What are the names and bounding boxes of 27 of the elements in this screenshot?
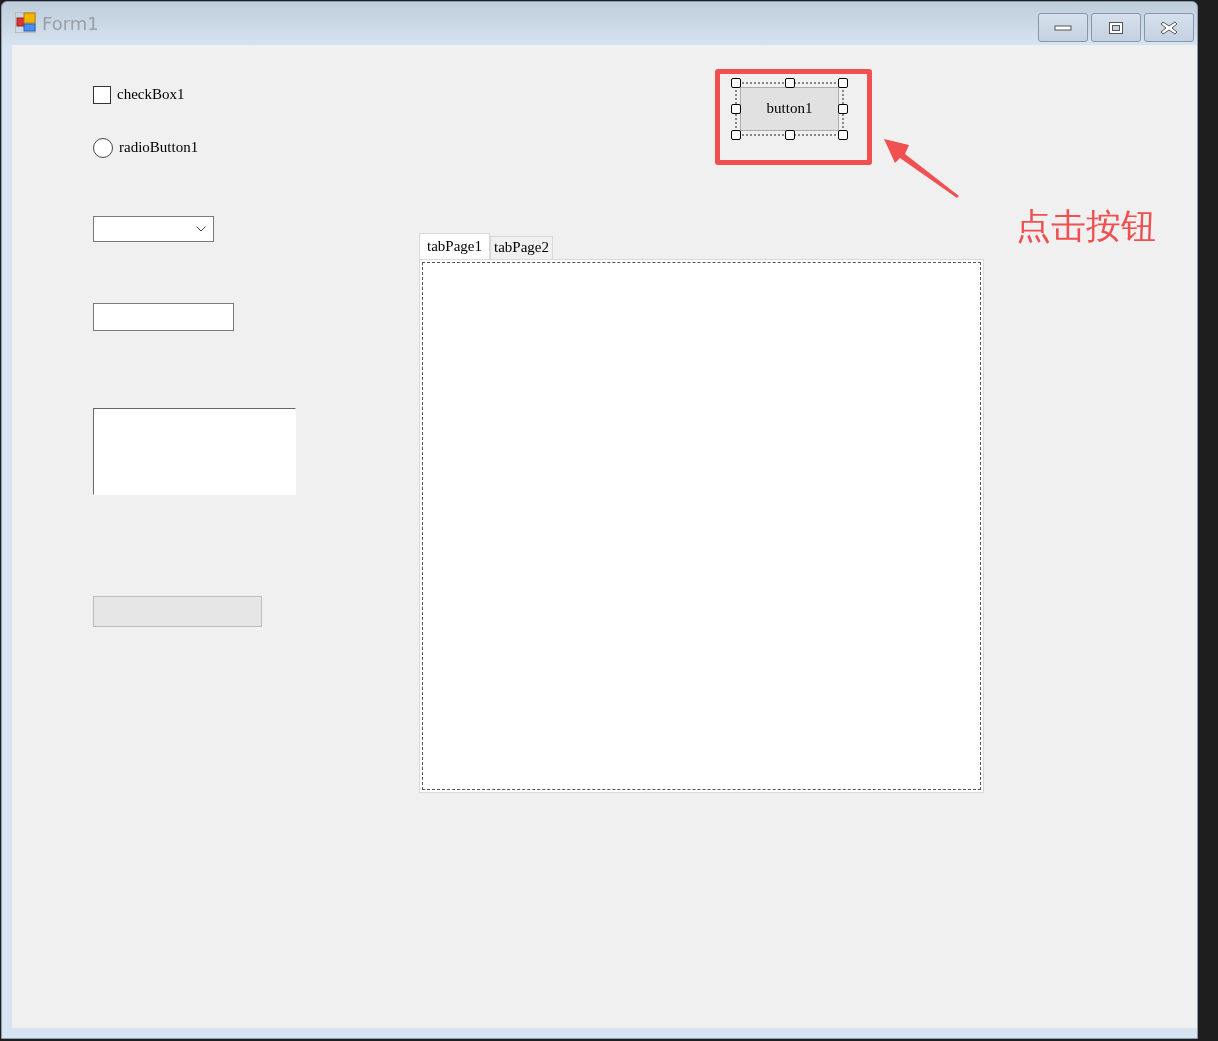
annotation-text: 点击按钮 — [1016, 204, 1156, 248]
resize-handle[interactable] — [784, 77, 795, 88]
checkbox-label: checkBox1 — [117, 86, 185, 104]
chevron-down-icon — [196, 225, 206, 232]
radio-button[interactable] — [93, 137, 113, 158]
text-field[interactable] — [93, 302, 234, 331]
resize-handle[interactable] — [838, 77, 848, 88]
resize-handle[interactable] — [838, 129, 848, 140]
app-icon — [15, 12, 37, 35]
resize-handle[interactable] — [731, 129, 741, 140]
tab[interactable]: tabPage2 — [490, 235, 553, 259]
close-button[interactable] — [1144, 13, 1194, 42]
minimize-icon — [1054, 23, 1072, 32]
close-icon — [1160, 20, 1178, 35]
window-title: Form1 — [42, 12, 99, 34]
resize-handle[interactable] — [731, 77, 741, 88]
maximize-icon — [1108, 20, 1124, 35]
radio-label: radioButton1 — [119, 139, 199, 157]
button[interactable]: button1 — [740, 86, 839, 131]
checkbox[interactable] — [93, 85, 111, 104]
resize-handle[interactable] — [731, 103, 741, 114]
resize-handle[interactable] — [784, 129, 795, 140]
tab[interactable]: tabPage1 — [419, 232, 490, 259]
combo-box[interactable] — [93, 215, 214, 242]
arrow-icon — [883, 137, 961, 198]
resize-handle[interactable] — [838, 103, 848, 114]
maximize-button[interactable] — [1091, 13, 1141, 42]
